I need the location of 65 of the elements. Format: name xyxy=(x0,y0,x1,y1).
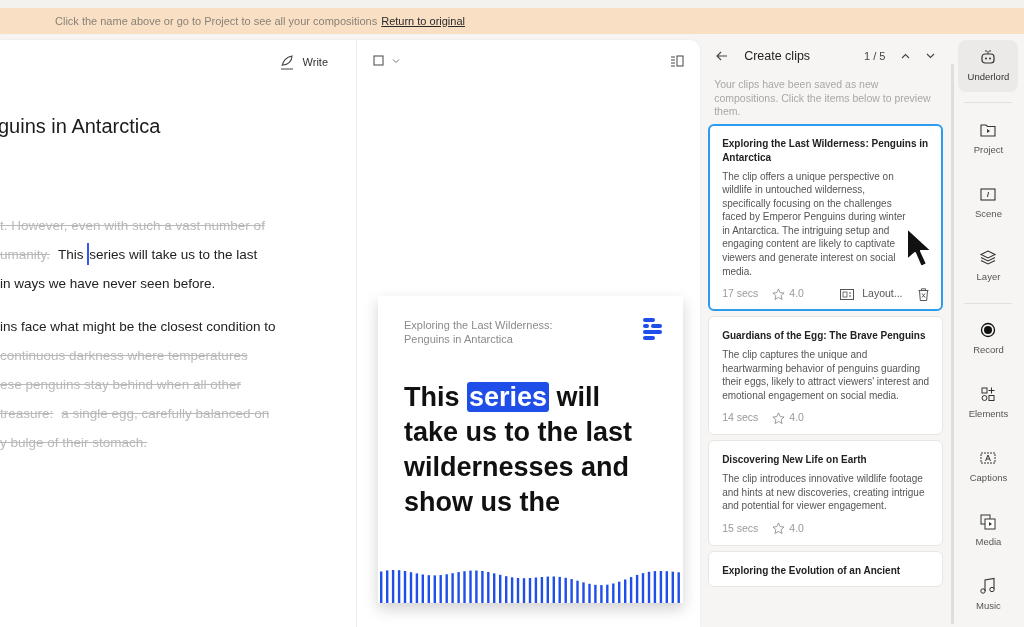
clip-rating: 4.0 xyxy=(789,286,804,302)
editor-text: This xyxy=(58,245,85,264)
editor-text: in ways we have never seen before. xyxy=(0,274,216,293)
feather-icon xyxy=(278,54,295,70)
write-button[interactable]: Write xyxy=(278,54,328,71)
star-icon xyxy=(772,287,786,301)
media-icon xyxy=(979,513,998,531)
clip-title: Exploring the Evolution of an Ancient xyxy=(722,563,902,578)
sidebar-item[interactable]: Layer xyxy=(958,240,1019,293)
logo-icon xyxy=(643,318,663,340)
back-arrow-icon[interactable] xyxy=(716,51,729,61)
clip-title: Guardians of the Egg: The Brave Penguins xyxy=(722,329,927,343)
square-icon xyxy=(373,55,384,66)
intro-text: Your clips have been saved as new compositions. Click the items below to preview them. xyxy=(714,78,932,119)
music-icon xyxy=(979,576,998,595)
sidebar-item[interactable]: Media xyxy=(958,505,1019,558)
editor-text: series will take us to the last xyxy=(89,245,258,264)
chevron-down-icon[interactable] xyxy=(926,53,936,59)
layout-icon xyxy=(840,288,855,300)
sidebar-item[interactable]: Project xyxy=(958,112,1019,165)
clip-title: Exploring the Last Wilderness: Penguins in Antarctica xyxy=(722,136,930,165)
clip-duration: 17 secs xyxy=(722,286,759,302)
deleted-text: y bulge of their stomach. xyxy=(0,433,148,452)
panel-title: Create clips xyxy=(744,47,811,65)
clip-rating: 4.0 xyxy=(789,410,804,426)
deleted-text: treasure: xyxy=(0,404,54,423)
aspect-ratio-dropdown[interactable] xyxy=(373,55,400,66)
clip-card[interactable]: Exploring the Evolution of an Ancient xyxy=(708,550,944,587)
sidebar-item[interactable]: Music xyxy=(958,569,1019,621)
chevron-down-icon xyxy=(392,57,400,64)
clip-description: The clip introduces innovative wildlife footage and hints at new discoveries, creating intrigue and potential for viewer engagement. xyxy=(722,472,926,513)
clip-rating: 4.0 xyxy=(789,520,804,536)
preview-subtitle: Exploring the Last Wilderness: Penguins in Antarctica xyxy=(404,318,554,346)
clip-description: The clip captures the unique and heartwarming behavior of penguins guarding their eggs, likely to attract viewers' interest and emotional engagement on social media. xyxy=(722,348,930,403)
sidebar-item[interactable]: Record xyxy=(958,313,1019,366)
shapes-icon xyxy=(979,385,998,404)
sidebar-item[interactable]: Underlord xyxy=(958,40,1019,92)
sidebar-item[interactable]: Scene xyxy=(958,176,1019,229)
star-icon xyxy=(772,411,786,425)
clip-card[interactable]: Discovering New Life on Earth The clip introduces innovative wildlife footage and hints at new discoveries, creating intrigue and potential for viewer engagement. 15 secs 4.0 xyxy=(708,440,944,546)
editor-text: ins face what might be the closest condition to xyxy=(0,317,276,336)
deleted-text: a single egg, carefully balanced on xyxy=(61,404,270,423)
deleted-text: continuous darkness where temperatures xyxy=(0,346,248,365)
clip-duration: 15 secs xyxy=(722,520,759,536)
robot-icon xyxy=(979,47,998,66)
star-icon xyxy=(772,522,786,536)
clip-description: The clip offers a unique perspective on wildlife in untouched wilderness, specifically focusing on the challenges faced by Emperor Penguins during winter in Antarctica. The intriguing setup and engaging content are likely to captivate viewers and generate interest on social media. xyxy=(722,169,907,279)
deleted-text: umanity. xyxy=(0,245,51,264)
clip-card[interactable] xyxy=(708,123,944,311)
layers-icon xyxy=(979,248,998,267)
layout-button[interactable]: Layout... xyxy=(840,286,903,302)
deleted-text: ese penguins stay behind when all other xyxy=(0,375,241,394)
notice-text: Click the name above or go to Project to see all your compositions xyxy=(55,13,378,29)
panel-toggle-icon[interactable] xyxy=(670,54,685,67)
trash-icon[interactable] xyxy=(918,287,930,301)
sidebar-item[interactable]: Captions xyxy=(958,441,1019,494)
clip-duration: 14 secs xyxy=(722,410,759,426)
clip-title: Discovering New Life on Earth xyxy=(722,453,868,468)
record-icon xyxy=(979,321,998,340)
return-link[interactable]: Return to original xyxy=(381,12,465,30)
chevron-up-icon[interactable] xyxy=(901,53,911,59)
clip-counter: 1 / 5 xyxy=(864,48,886,64)
sidebar-item[interactable]: Elements xyxy=(958,377,1019,430)
caption-text: This series will take us to the last wildernesses and show us the xyxy=(403,381,634,519)
deleted-text: t. However, even with such a vast number of xyxy=(0,216,265,235)
